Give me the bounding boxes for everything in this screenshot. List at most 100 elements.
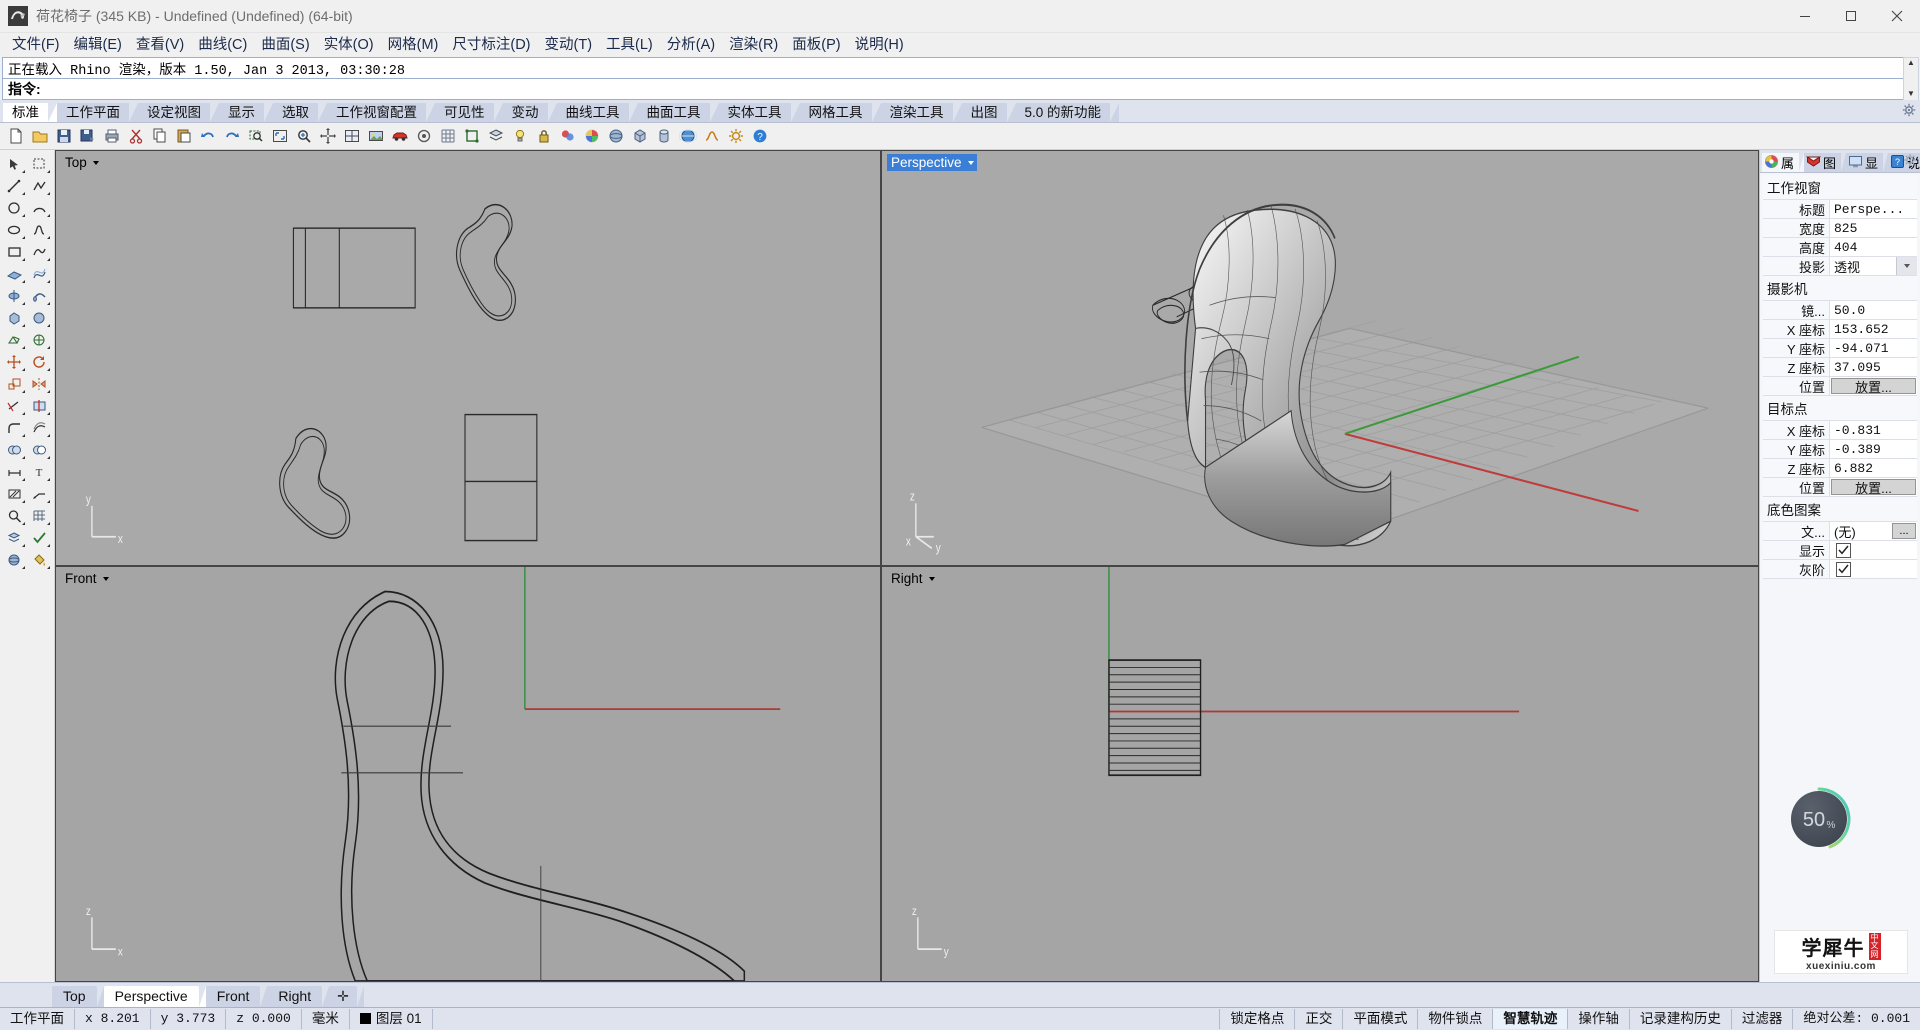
prop-row-camera-y[interactable]: Y 座标 -94.071 <box>1763 339 1917 358</box>
new-file-icon[interactable] <box>4 125 27 148</box>
wallpaper-browse-button[interactable]: ... <box>1892 523 1916 539</box>
toolbar-tab-viewport-layout[interactable]: 工作视窗配置 <box>327 103 435 122</box>
prop-row-wallpaper-show[interactable]: 显示 <box>1763 541 1917 560</box>
prop-row-projection[interactable]: 投影 透视 <box>1763 257 1917 276</box>
menu-solid[interactable]: 实体(O) <box>317 33 381 57</box>
car-render-icon[interactable] <box>388 125 411 148</box>
viewport-label-perspective[interactable]: Perspective <box>887 154 977 171</box>
lock-icon[interactable] <box>532 125 555 148</box>
render-preview-icon[interactable] <box>364 125 387 148</box>
prop-row-target-x[interactable]: X 座标 -0.831 <box>1763 421 1917 440</box>
camera-place-button[interactable]: 放置... <box>1831 378 1916 395</box>
viewport-label-right[interactable]: Right <box>887 570 938 587</box>
prop-row-camera-z[interactable]: Z 座标 37.095 <box>1763 358 1917 377</box>
paste-icon[interactable] <box>172 125 195 148</box>
viewport-layout-icon[interactable] <box>340 125 363 148</box>
view-tab-add-button[interactable]: ✛ <box>329 986 364 1007</box>
surface-plane-icon[interactable] <box>2 263 27 285</box>
prop-value-wallpaper-gray[interactable] <box>1830 560 1917 578</box>
view-tab-top[interactable]: Top <box>52 986 104 1007</box>
pan-icon[interactable] <box>316 125 339 148</box>
mesh-icon[interactable] <box>2 329 27 351</box>
panel-tab-properties[interactable]: 属 <box>1762 153 1805 172</box>
menu-analyze[interactable]: 分析(A) <box>660 33 722 57</box>
wallpaper-grayscale-checkbox[interactable] <box>1836 561 1851 577</box>
toolbar-tab-mesh-tools[interactable]: 网格工具 <box>799 103 881 122</box>
select-window-icon[interactable] <box>27 153 52 175</box>
toolbar-tab-select[interactable]: 选取 <box>273 103 327 122</box>
trim-icon[interactable] <box>2 395 27 417</box>
prop-value-target-y[interactable]: -0.389 <box>1830 440 1917 458</box>
viewport-perspective[interactable]: z x y Perspective <box>881 150 1759 566</box>
status-toggle-osnap[interactable]: 物件锁点 <box>1418 1009 1494 1029</box>
leader-icon[interactable] <box>27 483 52 505</box>
toolbar-tab-transform[interactable]: 变动 <box>502 103 557 122</box>
arc-icon[interactable] <box>27 197 52 219</box>
surface-revolve-icon[interactable] <box>2 285 27 307</box>
toolbar-tab-render-tools[interactable]: 渲染工具 <box>880 103 962 122</box>
command-prompt-input[interactable]: 指令: <box>2 79 1903 100</box>
dimension-icon[interactable] <box>2 461 27 483</box>
menu-surface[interactable]: 曲面(S) <box>254 33 316 57</box>
text-icon[interactable]: T <box>27 461 52 483</box>
color-wheel-icon[interactable] <box>580 125 603 148</box>
prop-row-camera-x[interactable]: X 座标 153.652 <box>1763 320 1917 339</box>
status-cplane[interactable]: 工作平面 <box>0 1009 75 1029</box>
osnap-icon[interactable] <box>460 125 483 148</box>
copy-icon[interactable] <box>148 125 171 148</box>
line-icon[interactable] <box>2 175 27 197</box>
light-icon[interactable] <box>508 125 531 148</box>
viewport-front[interactable]: z x Front <box>55 566 881 982</box>
maximize-button[interactable] <box>1828 0 1874 32</box>
viewport-perspective-menu-chevron-down-icon[interactable] <box>965 154 977 171</box>
surface-loft-icon[interactable] <box>27 263 52 285</box>
menu-render[interactable]: 渲染(R) <box>722 33 785 57</box>
target-place-button[interactable]: 放置... <box>1831 479 1916 496</box>
transform-scale-icon[interactable] <box>2 373 27 395</box>
split-icon[interactable] <box>27 395 52 417</box>
toolbar-tab-setview[interactable]: 设定视图 <box>138 103 219 122</box>
command-scroll-down-icon[interactable]: ▼ <box>1904 89 1918 100</box>
layers-icon[interactable] <box>2 527 27 549</box>
status-toggle-ortho[interactable]: 正交 <box>1295 1009 1344 1029</box>
circle-icon[interactable] <box>2 197 27 219</box>
help-icon[interactable]: ? <box>748 125 771 148</box>
prop-row-target-z[interactable]: Z 座标 6.882 <box>1763 459 1917 478</box>
viewport-label-front[interactable]: Front <box>61 570 112 587</box>
render-settings-icon[interactable] <box>412 125 435 148</box>
menu-curve[interactable]: 曲线(C) <box>191 33 254 57</box>
globe-icon[interactable] <box>676 125 699 148</box>
status-units[interactable]: 毫米 <box>302 1009 350 1029</box>
prop-row-wallpaper-file[interactable]: 文... (无) ... <box>1763 522 1917 541</box>
transform-rotate-icon[interactable] <box>27 351 52 373</box>
save-as-icon[interactable] <box>76 125 99 148</box>
menu-mesh[interactable]: 网格(M) <box>381 33 446 57</box>
hatch-icon[interactable] <box>2 483 27 505</box>
panel-tab-display[interactable]: 显 <box>1846 153 1889 172</box>
prop-value-camera-x[interactable]: 153.652 <box>1830 320 1917 338</box>
viewport-top-menu-chevron-down-icon[interactable] <box>91 154 102 171</box>
menu-panels[interactable]: 面板(P) <box>785 33 847 57</box>
save-icon[interactable] <box>52 125 75 148</box>
prop-value-title[interactable]: Perspe... <box>1830 200 1917 218</box>
toolbar-tab-standard[interactable]: 标准 <box>3 103 57 122</box>
command-scrollbar[interactable]: ▲ ▼ <box>1903 57 1919 101</box>
analyze-icon[interactable] <box>2 505 27 527</box>
status-toggle-gumball[interactable]: 操作轴 <box>1568 1009 1630 1029</box>
prop-value-wallpaper-file[interactable]: (无) <box>1830 522 1891 540</box>
menu-edit[interactable]: 编辑(E) <box>67 33 129 57</box>
print-icon[interactable] <box>100 125 123 148</box>
toolbar-tab-solid-tools[interactable]: 实体工具 <box>718 103 800 122</box>
panel-gear-icon[interactable] <box>1903 153 1917 170</box>
minimize-button[interactable] <box>1782 0 1828 32</box>
projection-chevron-down-icon[interactable] <box>1896 257 1917 275</box>
menu-help[interactable]: 说明(H) <box>848 33 911 57</box>
boolean-difference-icon[interactable] <box>27 439 52 461</box>
open-file-icon[interactable] <box>28 125 51 148</box>
boolean-union-icon[interactable] <box>2 439 27 461</box>
solid-box-icon[interactable] <box>2 307 27 329</box>
select-arrow-icon[interactable] <box>2 153 27 175</box>
fillet-icon[interactable] <box>2 417 27 439</box>
prop-value-lens[interactable]: 50.0 <box>1830 301 1917 319</box>
zoom-selected-icon[interactable] <box>292 125 315 148</box>
